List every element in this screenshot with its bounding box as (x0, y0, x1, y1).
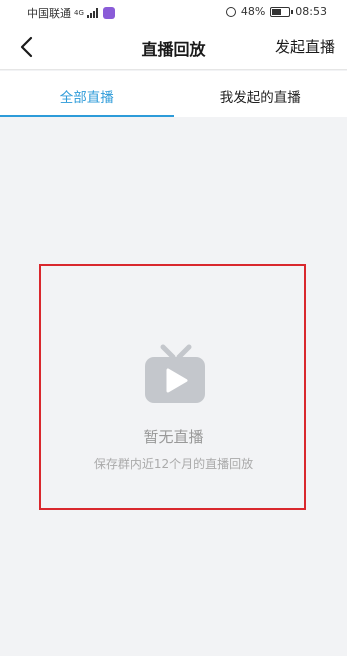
empty-state-subtitle: 保存群内近12个月的直播回放 (93, 457, 254, 471)
tab-all-live[interactable]: 全部直播 (0, 71, 174, 117)
status-left: 中国联通 4G (27, 5, 115, 21)
status-right: 48% 08:53 (225, 5, 327, 18)
network-type: 4G (74, 9, 84, 17)
tab-my-live[interactable]: 我发起的直播 (174, 71, 347, 117)
nav-bar: 直播回放 发起直播 (0, 24, 347, 70)
carrier-label: 中国联通 (27, 7, 71, 20)
app-notification-icon (102, 7, 115, 19)
empty-state-title: 暂无直播 (143, 428, 204, 446)
battery-percent: 48% (240, 5, 266, 18)
tv-play-icon (145, 344, 205, 403)
clock: 08:53 (295, 5, 327, 18)
chevron-left-icon (20, 36, 33, 58)
battery-icon (270, 6, 294, 17)
tab-bar: 全部直播 我发起的直播 (0, 71, 347, 117)
start-live-button[interactable]: 发起直播 (275, 36, 335, 57)
status-bar: 中国联通 4G 48% 08:53 (0, 0, 347, 24)
signal-icon (86, 8, 98, 18)
alarm-icon (225, 6, 236, 17)
back-button[interactable] (14, 33, 42, 61)
